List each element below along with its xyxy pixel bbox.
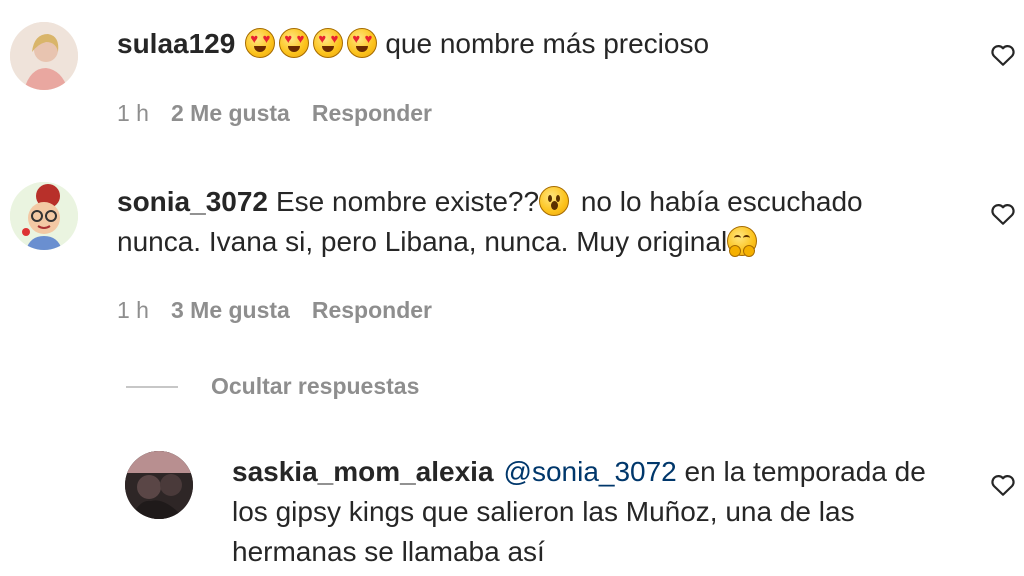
comment-text: sonia_3072 Ese nombre existe?? no lo habí… — [117, 182, 967, 262]
heart-eyes-emoji-icon — [313, 28, 344, 58]
avatar[interactable] — [10, 22, 78, 90]
heart-eyes-emoji-icon — [245, 28, 276, 58]
like-heart-icon[interactable] — [990, 202, 1018, 228]
like-heart-icon[interactable] — [990, 473, 1018, 499]
username[interactable]: sonia_3072 — [117, 186, 268, 217]
avatar[interactable] — [125, 451, 193, 519]
comment-meta: 1 h 3 Me gusta Responder — [117, 297, 454, 324]
comment-body: no lo había escuchado — [573, 186, 863, 217]
avatar[interactable] — [10, 182, 78, 250]
reply-button[interactable]: Responder — [312, 297, 432, 323]
comment-text: sulaa129 que nombre más precioso — [117, 24, 709, 64]
comment-body: Ese nombre existe?? — [276, 186, 540, 217]
comment-body: los gipsy kings que salieron las Muñoz, … — [232, 496, 855, 527]
mention-link[interactable]: @sonia_3072 — [504, 456, 677, 487]
likes-count[interactable]: 2 Me gusta — [171, 100, 290, 126]
hugging-emoji-icon — [727, 226, 758, 257]
hide-replies-button[interactable]: Ocultar respuestas — [211, 373, 419, 400]
likes-count[interactable]: 3 Me gusta — [171, 297, 290, 323]
heart-eyes-emoji-icon — [279, 28, 310, 58]
timestamp: 1 h — [117, 297, 149, 323]
comment-body: en la temporada de — [676, 456, 926, 487]
reply-button[interactable]: Responder — [312, 100, 432, 126]
comment-body: nunca. Ivana si, pero Libana, nunca. Muy… — [117, 226, 728, 257]
username[interactable]: sulaa129 — [117, 28, 235, 59]
surprised-emoji-icon — [539, 186, 570, 216]
divider-line — [126, 386, 178, 388]
timestamp: 1 h — [117, 100, 149, 126]
comment-meta: 1 h 2 Me gusta Responder — [117, 100, 454, 127]
comment-text: saskia_mom_alexia @sonia_3072 en la tempo… — [232, 452, 972, 572]
comment-body: hermanas se llamaba así — [232, 536, 545, 567]
heart-eyes-emoji-icon — [347, 28, 378, 58]
username[interactable]: saskia_mom_alexia — [232, 456, 494, 487]
like-heart-icon[interactable] — [990, 43, 1018, 69]
comment-body: que nombre más precioso — [385, 28, 710, 59]
